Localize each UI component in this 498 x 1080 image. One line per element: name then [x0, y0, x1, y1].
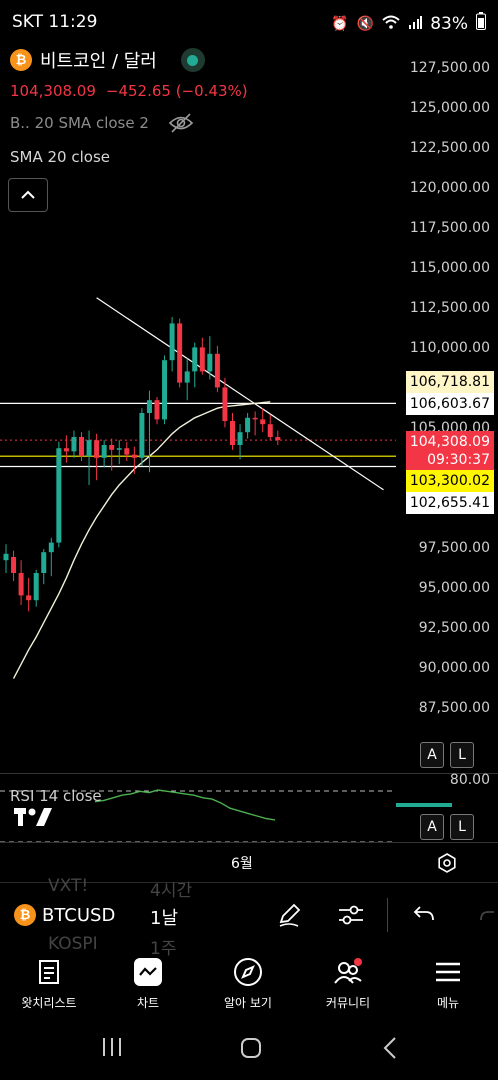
candle-body	[86, 440, 92, 457]
candle-body	[56, 448, 62, 543]
price-axis-label: 97,500.00	[418, 540, 490, 556]
rsi-auto-scale-button[interactable]: A	[420, 814, 444, 840]
candle-body	[94, 440, 100, 458]
candle-body	[237, 432, 243, 445]
chart-icon	[103, 956, 193, 988]
hamburger-menu-icon	[403, 956, 493, 988]
interval-button[interactable]: 1날	[150, 904, 178, 930]
candle-body	[214, 353, 220, 388]
time-axis-month: 6월	[231, 856, 253, 872]
trendline	[96, 297, 384, 491]
home-icon[interactable]	[239, 1036, 263, 1066]
price-axis-label: 87,500.00	[418, 700, 490, 716]
ghost-interval-1: 4시간	[150, 881, 193, 901]
nav-watchlist-label: 왓치리스트	[21, 996, 77, 1010]
candle-body	[222, 387, 228, 421]
nav-explore[interactable]: 알아 보기	[203, 956, 293, 1011]
candle-body	[116, 448, 122, 450]
rsi-legend[interactable]: RSI 14 close	[10, 787, 102, 805]
nav-chart[interactable]: 차트	[103, 956, 193, 1011]
price-tag-top: 106,718.81	[406, 371, 494, 393]
bottom-navigation: 왓치리스트 차트 알아 보기 커뮤니티 메뉴	[0, 948, 498, 1022]
price-axis-label: 117,500.00	[409, 220, 490, 236]
candle-body	[48, 542, 54, 553]
rsi-level-label: 80.00	[449, 772, 490, 788]
nav-menu[interactable]: 메뉴	[403, 956, 493, 1011]
indicators-sliders-icon[interactable]	[337, 902, 365, 932]
candle-body	[177, 323, 183, 383]
candle-body	[41, 552, 47, 573]
undo-icon[interactable]	[412, 904, 436, 930]
candle-body	[275, 437, 281, 441]
log-scale-button[interactable]: L	[450, 742, 474, 768]
candle-body	[192, 347, 198, 372]
price-axis-label: 110,000.00	[409, 340, 490, 356]
rsi-line	[94, 789, 276, 821]
rsi-value-tag	[396, 803, 452, 807]
candle-body	[162, 360, 168, 420]
redo-icon[interactable]	[478, 904, 498, 930]
price-axis-label: 125,000.00	[409, 100, 490, 116]
price-tag-line: 106,603.67	[406, 393, 494, 415]
candle-body	[131, 454, 137, 458]
chart-settings-icon[interactable]	[436, 852, 458, 878]
time-axis-divider	[0, 842, 498, 843]
price-axis-label: 112,500.00	[409, 300, 490, 316]
candle-body	[230, 421, 235, 445]
community-icon	[303, 956, 393, 988]
nav-menu-label: 메뉴	[436, 996, 460, 1010]
toolbar-separator	[387, 898, 388, 932]
candle-body	[63, 448, 69, 452]
candle-body	[184, 371, 190, 383]
back-icon[interactable]	[382, 1036, 398, 1066]
toolbar-symbol: BTCUSD	[42, 904, 116, 926]
tradingview-logo-icon	[14, 808, 54, 834]
auto-scale-button[interactable]: A	[420, 742, 444, 768]
price-axis-label: 127,500.00	[409, 60, 490, 76]
compass-icon	[203, 956, 293, 988]
candle-body	[199, 347, 205, 372]
candle-body	[267, 424, 273, 437]
rsi-log-scale-button[interactable]: L	[450, 814, 474, 840]
candle-body	[245, 417, 251, 433]
price-tag-yellow: 103,300.02	[406, 470, 494, 492]
symbol-search-button[interactable]: ₿ BTCUSD	[14, 904, 115, 926]
recent-apps-icon[interactable]	[100, 1036, 124, 1064]
watchlist-icon	[4, 956, 94, 988]
candle-body	[169, 323, 175, 361]
price-axis-label: 122,500.00	[409, 140, 490, 156]
candle-body	[139, 413, 145, 458]
nav-explore-label: 알아 보기	[224, 996, 272, 1010]
price-axis-label: 90,000.00	[418, 660, 490, 676]
price-axis-label: 95,000.00	[418, 580, 490, 596]
price-axis-label: 120,000.00	[409, 180, 490, 196]
candle-body	[252, 417, 258, 420]
candle-body	[33, 573, 39, 601]
nav-watchlist[interactable]: 왓치리스트	[4, 956, 94, 1011]
candle-body	[146, 400, 152, 413]
candle-body	[18, 573, 24, 596]
candle-body	[109, 445, 115, 450]
system-navigation	[0, 1024, 498, 1080]
candle-body	[11, 557, 17, 573]
ghost-symbol-1: VXT!	[48, 876, 89, 896]
nav-community[interactable]: 커뮤니티	[303, 956, 393, 1011]
candle-body	[207, 353, 213, 372]
price-axis-label: 92,500.00	[418, 620, 490, 636]
candle-body	[154, 400, 160, 420]
bar-countdown: 09:30:37	[406, 449, 494, 471]
candle-body	[124, 448, 130, 455]
candle-body	[79, 437, 84, 457]
candle-body	[3, 553, 9, 561]
price-tag-white: 102,655.41	[406, 492, 494, 514]
price-axis-label: 115,000.00	[409, 260, 490, 276]
nav-chart-label: 차트	[136, 996, 160, 1010]
bitcoin-small-icon: ₿	[14, 904, 36, 926]
draw-pencil-icon[interactable]	[276, 902, 302, 932]
candle-body	[260, 419, 266, 425]
nav-community-label: 커뮤니티	[325, 996, 371, 1010]
candle-body	[26, 595, 32, 601]
candle-body	[71, 437, 77, 452]
candle-body	[101, 445, 107, 458]
